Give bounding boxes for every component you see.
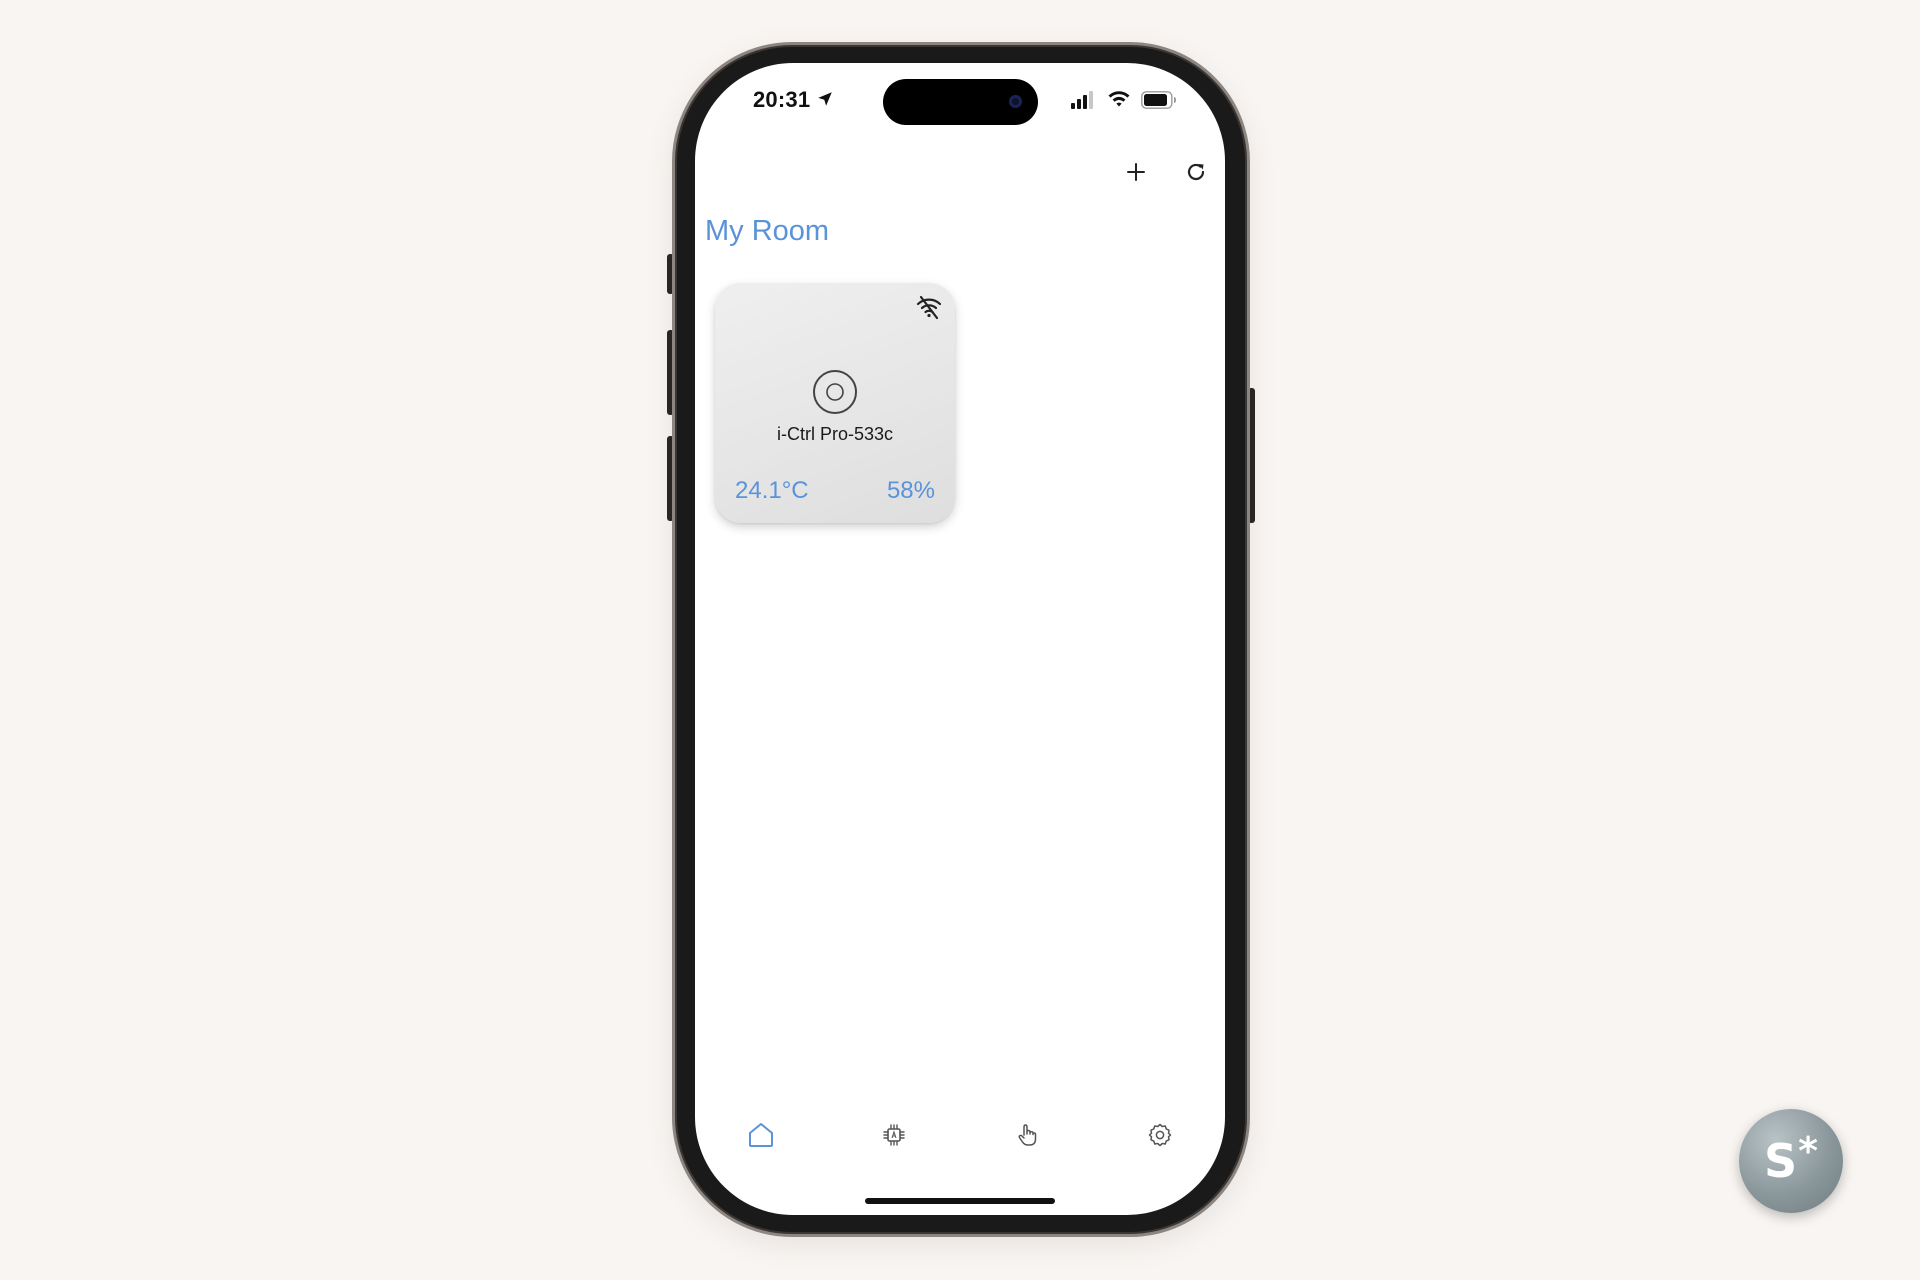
device-card[interactable]: i-Ctrl Pro-533c 24.1°C 58% — [715, 283, 955, 523]
wifi-off-icon — [916, 295, 942, 320]
dynamic-island — [883, 79, 1038, 125]
device-temperature: 24.1°C — [735, 477, 809, 504]
device-humidity: 58% — [886, 477, 935, 504]
nav-settings[interactable] — [1140, 1115, 1180, 1155]
brand-badge-mark: * — [1798, 1129, 1818, 1173]
front-camera — [1009, 95, 1022, 108]
hand-pointer-icon — [1018, 1124, 1037, 1146]
add-device-button[interactable] — [1121, 157, 1151, 187]
status-time: 20:31 — [753, 87, 811, 112]
battery-icon — [1141, 91, 1176, 109]
disc-icon — [813, 370, 857, 414]
nav-home[interactable] — [741, 1115, 781, 1155]
chip-icon — [883, 1124, 905, 1146]
gear-icon — [1148, 1123, 1172, 1147]
nav-devices[interactable] — [874, 1115, 914, 1155]
cellular-signal-icon — [1071, 91, 1093, 109]
device-name: i-Ctrl Pro-533c — [776, 424, 894, 444]
location-arrow-icon — [818, 92, 832, 106]
nav-controls[interactable] — [1007, 1115, 1047, 1155]
room-title: My Room — [705, 215, 830, 247]
brand-badge-letter: S — [1763, 1134, 1798, 1188]
home-icon — [749, 1123, 773, 1147]
wifi-icon — [1108, 91, 1130, 107]
brand-badge: S * — [1739, 1109, 1843, 1213]
refresh-button[interactable] — [1181, 157, 1211, 187]
home-indicator[interactable] — [865, 1198, 1055, 1204]
refresh-icon — [1187, 163, 1205, 181]
phone-screen: 20:31 My Room i-Ctrl Pro-533c 24.1°C 58% — [695, 63, 1225, 1215]
plus-icon — [1127, 163, 1145, 181]
